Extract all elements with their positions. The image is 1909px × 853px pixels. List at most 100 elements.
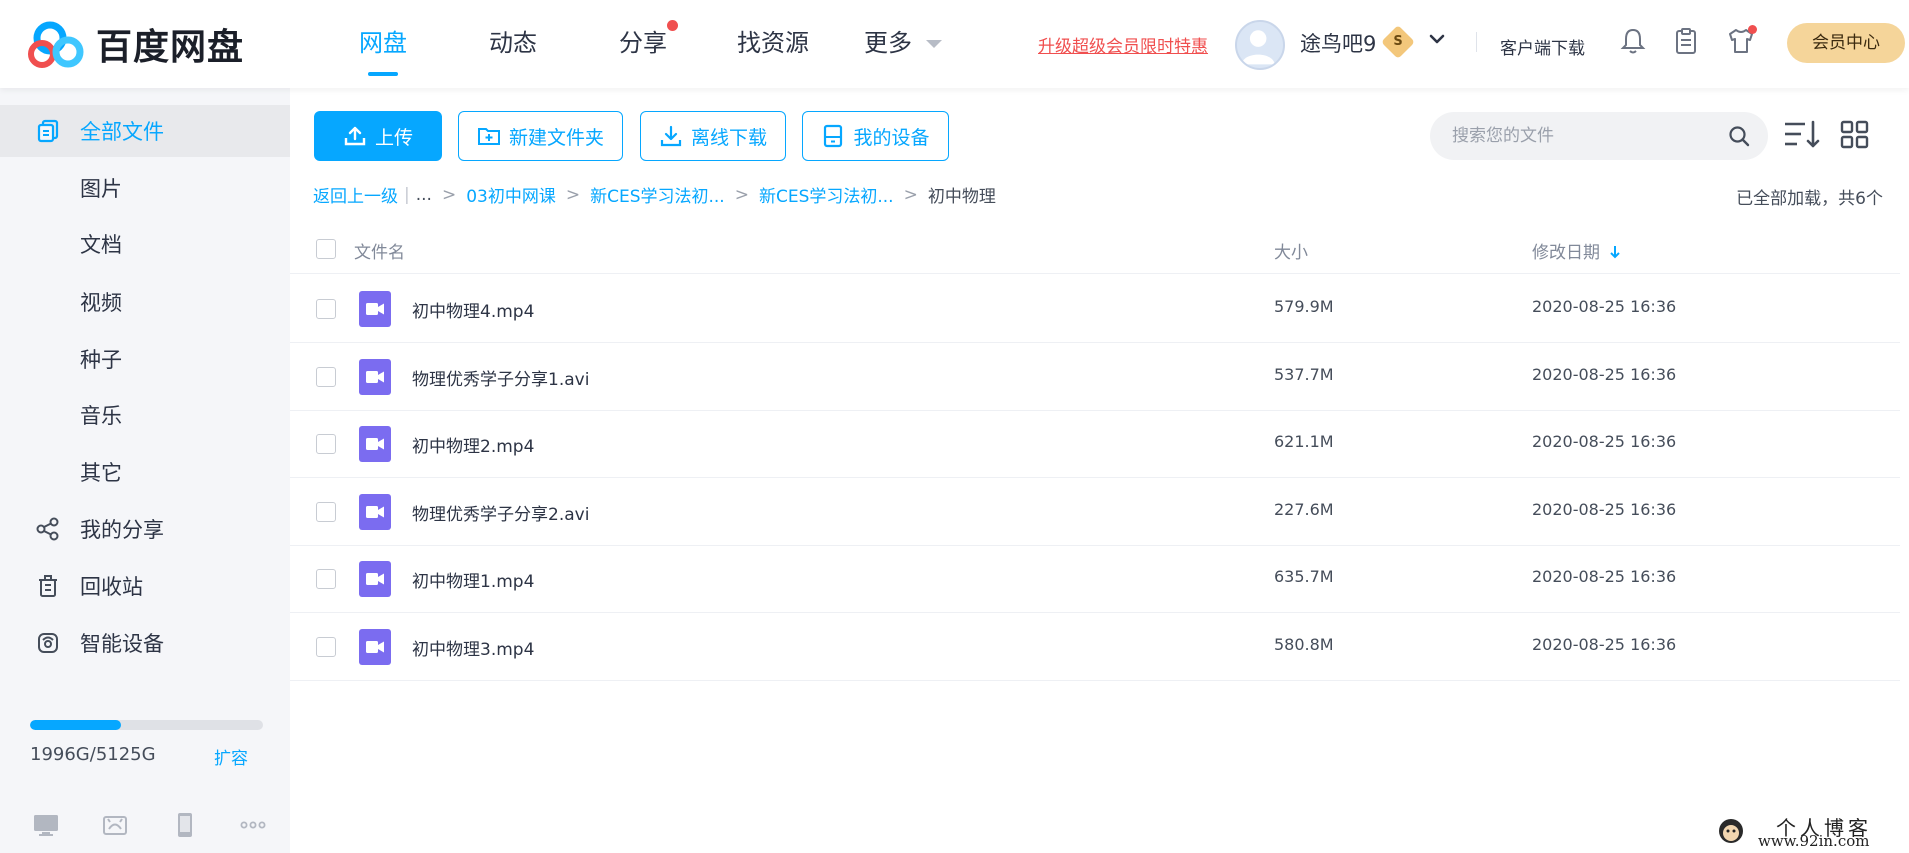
table-row[interactable]: 初中物理2.mp4 621.1M 2020-08-25 16:36 xyxy=(290,410,1900,478)
sidebar-item-label: 全部文件 xyxy=(80,120,164,144)
mascot-icon xyxy=(1719,819,1743,843)
phone-icon[interactable] xyxy=(170,810,200,840)
offline-download-label: 离线下载 xyxy=(690,126,767,149)
upload-button[interactable]: 上传 xyxy=(314,111,442,161)
my-devices-button[interactable]: 我的设备 xyxy=(802,111,949,161)
table-row[interactable]: 物理优秀学子分享1.avi 537.7M 2020-08-25 16:36 xyxy=(290,343,1900,411)
sidebar-item-label: 我的分享 xyxy=(80,518,164,542)
nav-tab-find-resources[interactable]: 找资源 xyxy=(708,0,838,88)
sidebar-item-label: 智能设备 xyxy=(80,632,164,656)
client-download-link[interactable]: 客户端下载 xyxy=(1500,34,1585,59)
nav-tab-netdisk[interactable]: 网盘 xyxy=(318,0,448,88)
column-header-name[interactable]: 文件名 xyxy=(354,238,405,263)
file-date: 2020-08-25 16:36 xyxy=(1532,500,1677,519)
file-name[interactable]: 初中物理1.mp4 xyxy=(412,567,534,592)
android-icon[interactable] xyxy=(100,810,130,840)
file-size: 579.9M xyxy=(1274,297,1334,316)
sidebar-item-my-shares[interactable]: 我的分享 xyxy=(0,503,290,555)
grid-view-icon[interactable] xyxy=(1836,118,1874,152)
sidebar-item-music[interactable]: 音乐 xyxy=(0,389,290,441)
file-name[interactable]: 初中物理2.mp4 xyxy=(412,432,534,457)
search-icon[interactable] xyxy=(1728,125,1750,147)
video-file-icon xyxy=(359,629,391,665)
avatar[interactable] xyxy=(1235,20,1285,70)
row-checkbox[interactable] xyxy=(316,502,336,522)
bell-icon[interactable] xyxy=(1618,26,1648,56)
nav-tab-label: 网盘 xyxy=(359,29,407,57)
select-all-checkbox[interactable] xyxy=(316,239,336,259)
more-icon[interactable] xyxy=(238,810,268,840)
file-size: 227.6M xyxy=(1274,500,1334,519)
nav-tab-activity[interactable]: 动态 xyxy=(448,0,578,88)
row-checkbox[interactable] xyxy=(316,367,336,387)
table-row[interactable]: 初中物理4.mp4 579.9M 2020-08-25 16:36 xyxy=(290,275,1900,343)
column-header-modified-label: 修改日期 xyxy=(1532,243,1600,263)
vip-promo-link[interactable]: 升级超级会员限时特惠 xyxy=(1038,32,1208,57)
desktop-icon[interactable] xyxy=(31,810,61,840)
breadcrumb-current: 初中物理 xyxy=(927,187,996,207)
share-icon xyxy=(36,517,59,541)
sidebar-item-other[interactable]: 其它 xyxy=(0,446,290,498)
row-checkbox[interactable] xyxy=(316,434,336,454)
file-date: 2020-08-25 16:36 xyxy=(1532,297,1677,316)
sort-desc-arrow-icon xyxy=(1610,246,1620,259)
file-name[interactable]: 初中物理3.mp4 xyxy=(412,635,534,660)
blog-watermark: 个人博客 www.92in.com xyxy=(1716,812,1906,850)
sidebar-item-recycle-bin[interactable]: 回收站 xyxy=(0,560,290,612)
new-folder-button[interactable]: 新建文件夹 xyxy=(458,111,623,161)
table-row[interactable]: 物理优秀学子分享2.avi 227.6M 2020-08-25 16:36 xyxy=(290,478,1900,546)
clipboard-icon[interactable] xyxy=(1671,26,1701,56)
notification-dot xyxy=(1748,25,1757,34)
video-file-icon xyxy=(359,561,391,597)
nav-tab-more[interactable]: 更多 xyxy=(838,0,968,88)
breadcrumb-ellipsis[interactable]: ... xyxy=(416,185,432,205)
breadcrumb-item[interactable]: 新CES学习法初... xyxy=(759,182,894,207)
breadcrumb-separator: > xyxy=(734,184,749,205)
table-row[interactable]: 初中物理1.mp4 635.7M 2020-08-25 16:36 xyxy=(290,545,1900,613)
nav-tab-share[interactable]: 分享 xyxy=(578,0,708,88)
logo[interactable]: 百度网盘 xyxy=(28,18,244,70)
file-name[interactable]: 物理优秀学子分享2.avi xyxy=(412,500,589,525)
sidebar-item-documents[interactable]: 文档 xyxy=(0,218,290,270)
sidebar-item-label: 回收站 xyxy=(80,575,143,599)
column-header-modified[interactable]: 修改日期 xyxy=(1532,238,1622,263)
file-size: 621.1M xyxy=(1274,432,1334,451)
username[interactable]: 途鸟吧9 xyxy=(1300,28,1376,58)
file-name[interactable]: 物理优秀学子分享1.avi xyxy=(412,365,589,390)
search-input[interactable] xyxy=(1452,112,1712,160)
video-file-icon xyxy=(359,291,391,327)
column-header-size[interactable]: 大小 xyxy=(1274,238,1308,263)
vip-center-button[interactable]: 会员中心 xyxy=(1787,23,1905,63)
sidebar-item-label: 种子 xyxy=(80,348,122,372)
tablet-icon xyxy=(824,124,843,148)
row-checkbox[interactable] xyxy=(316,569,336,589)
top-header: 百度网盘 网盘 动态 分享 找资源 更多 升级超级会员限时特惠 途鸟吧9 S 客… xyxy=(0,0,1909,88)
file-size: 635.7M xyxy=(1274,567,1334,586)
sidebar-item-all-files[interactable]: 全部文件 xyxy=(0,105,290,157)
sort-icon[interactable] xyxy=(1783,118,1821,152)
row-checkbox[interactable] xyxy=(316,637,336,657)
chevron-down-icon[interactable] xyxy=(1428,30,1446,48)
vip-level-text: S xyxy=(1393,34,1403,49)
breadcrumb-item[interactable]: 03初中网课 xyxy=(466,182,556,207)
table-row[interactable]: 初中物理3.mp4 580.8M 2020-08-25 16:36 xyxy=(290,613,1900,681)
load-status: 已全部加载，共6个 xyxy=(1736,189,1883,209)
header-divider xyxy=(1476,32,1477,52)
file-name[interactable]: 初中物理4.mp4 xyxy=(412,297,534,322)
sidebar-item-images[interactable]: 图片 xyxy=(0,162,290,214)
sidebar-item-torrents[interactable]: 种子 xyxy=(0,333,290,385)
video-file-icon xyxy=(359,426,391,462)
sidebar-item-smart-devices[interactable]: 智能设备 xyxy=(0,617,290,669)
breadcrumb-item[interactable]: 新CES学习法初... xyxy=(590,182,725,207)
logo-text: 百度网盘 xyxy=(96,27,245,68)
file-size: 580.8M xyxy=(1274,635,1334,654)
breadcrumb-back[interactable]: 返回上一级 xyxy=(313,182,398,207)
caret-down-icon xyxy=(926,40,942,48)
notification-dot xyxy=(667,20,678,31)
storage-quota-fill xyxy=(30,720,121,730)
row-checkbox[interactable] xyxy=(316,299,336,319)
expand-storage-link[interactable]: 扩容 xyxy=(214,744,248,769)
video-file-icon xyxy=(359,494,391,530)
offline-download-button[interactable]: 离线下载 xyxy=(640,111,786,161)
sidebar-item-videos[interactable]: 视频 xyxy=(0,276,290,328)
